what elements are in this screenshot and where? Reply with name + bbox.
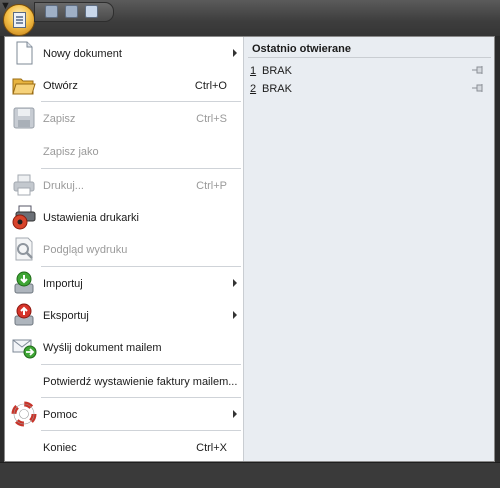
menu-item-label: Podgląd wydruku xyxy=(43,244,128,256)
status-bar xyxy=(0,462,500,488)
recent-documents-title: Ostatnio otwierane xyxy=(252,43,352,55)
title-bar: ▼ xyxy=(0,0,500,36)
separator xyxy=(41,168,241,169)
submenu-arrow-icon xyxy=(233,49,237,57)
menu-item-save[interactable]: Zapisz Ctrl+S xyxy=(5,103,241,135)
recent-document-name: BRAK xyxy=(262,83,292,95)
menu-item-label: Wyślij dokument mailem xyxy=(43,342,162,354)
recent-document-number: 1 xyxy=(250,65,257,77)
document-icon xyxy=(13,12,26,28)
save-disk-icon xyxy=(13,107,35,129)
pin-icon[interactable] xyxy=(472,66,486,74)
printer-settings-icon xyxy=(12,205,36,230)
menu-item-label: Zapisz xyxy=(43,113,76,125)
menu-item-help[interactable]: Pomoc xyxy=(5,399,241,431)
import-icon xyxy=(14,271,34,294)
menu-item-label: Zapisz jako xyxy=(43,146,99,158)
export-icon xyxy=(14,303,34,326)
separator xyxy=(41,266,241,267)
separator xyxy=(41,430,241,431)
print-quick-icon[interactable] xyxy=(65,5,78,18)
separator xyxy=(41,364,241,365)
shortcut-label: Ctrl+P xyxy=(196,180,227,192)
submenu-arrow-icon xyxy=(233,311,237,319)
application-menu-button[interactable] xyxy=(3,4,35,36)
menu-item-label: Drukuj... xyxy=(43,180,84,192)
menu-item-label: Koniec xyxy=(43,442,77,454)
menu-item-save-as[interactable]: Zapisz jako xyxy=(5,136,241,168)
separator xyxy=(41,101,241,102)
menu-item-send-email[interactable]: Wyślij dokument mailem xyxy=(5,332,241,364)
menu-item-label: Otwórz xyxy=(43,80,78,92)
separator xyxy=(41,397,241,398)
menu-item-import[interactable]: Importuj xyxy=(5,268,241,300)
menu-commands: Nowy dokument Otwórz Ctrl+O Zapisz Ctrl+… xyxy=(5,37,243,461)
shortcut-label: Ctrl+X xyxy=(196,442,227,454)
menu-item-print-preview[interactable]: Podgląd wydruku xyxy=(5,234,241,266)
menu-item-exit[interactable]: Koniec Ctrl+X xyxy=(5,432,241,464)
shortcut-label: Ctrl+O xyxy=(194,80,227,92)
quick-access-toolbar xyxy=(34,2,114,22)
application-menu: Nowy dokument Otwórz Ctrl+O Zapisz Ctrl+… xyxy=(4,36,495,462)
save-quick-icon[interactable] xyxy=(45,5,58,18)
menu-item-label: Importuj xyxy=(43,278,83,290)
printer-icon xyxy=(13,174,35,196)
menu-item-label: Ustawienia drukarki xyxy=(43,212,139,224)
menu-item-label: Pomoc xyxy=(43,409,78,421)
recent-document-name: BRAK xyxy=(262,65,292,77)
print-preview-icon xyxy=(15,237,33,261)
submenu-arrow-icon xyxy=(233,410,237,418)
menu-item-confirm-invoice-email[interactable]: Potwierdź wystawienie faktury mailem... xyxy=(5,366,241,398)
menu-item-print[interactable]: Drukuj... Ctrl+P xyxy=(5,170,241,202)
menu-item-printer-settings[interactable]: Ustawienia drukarki xyxy=(5,202,241,234)
recent-document-item[interactable]: 2 BRAK xyxy=(250,81,490,97)
preview-quick-icon[interactable] xyxy=(85,5,98,18)
lifebuoy-icon xyxy=(11,401,37,427)
mail-send-icon xyxy=(12,339,37,359)
open-folder-icon xyxy=(12,78,36,95)
recent-document-number: 2 xyxy=(250,83,257,95)
menu-item-label: Potwierdź wystawienie faktury mailem... xyxy=(43,376,238,388)
menu-item-new-document[interactable]: Nowy dokument xyxy=(5,38,241,70)
shortcut-label: Ctrl+S xyxy=(196,113,227,125)
menu-item-label: Nowy dokument xyxy=(43,48,122,60)
recent-document-item[interactable]: 1 BRAK xyxy=(250,63,490,79)
menu-item-export[interactable]: Eksportuj xyxy=(5,300,241,332)
submenu-arrow-icon xyxy=(233,279,237,287)
pin-icon[interactable] xyxy=(472,84,486,92)
menu-item-label: Eksportuj xyxy=(43,310,89,322)
new-document-icon xyxy=(16,41,33,65)
separator xyxy=(248,57,491,58)
recent-documents-panel: Ostatnio otwierane 1 BRAK 2 BRAK xyxy=(243,37,494,461)
menu-item-open[interactable]: Otwórz Ctrl+O xyxy=(5,70,241,102)
